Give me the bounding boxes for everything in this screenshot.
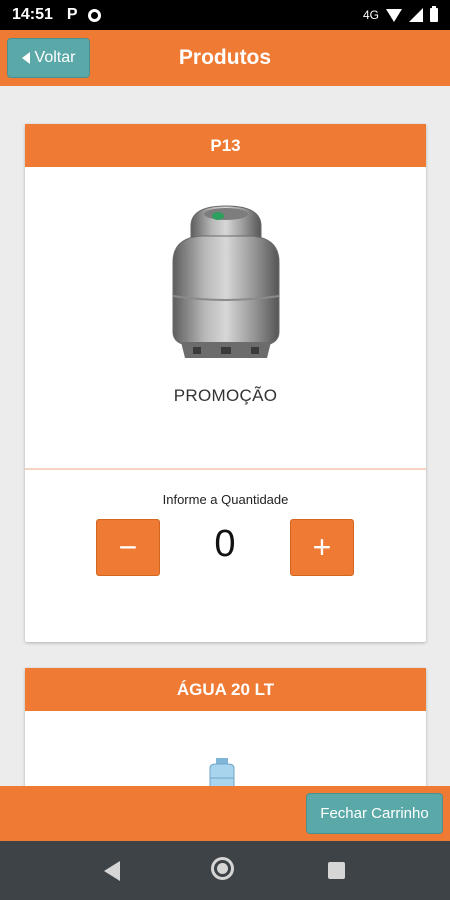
cart-footer: Fechar Carrinho — [0, 786, 450, 841]
back-arrow-icon — [21, 52, 30, 64]
product-list[interactable]: P13 PROMOÇÃO Informe a Quantidade − 0 + … — [0, 86, 450, 786]
gas-cylinder-image — [25, 167, 426, 386]
notification-icon — [87, 8, 101, 22]
quantity-value: 0 — [214, 523, 236, 565]
system-nav-bar — [0, 841, 450, 900]
network-type: 4G — [362, 8, 379, 22]
status-icons: 4G — [362, 6, 438, 22]
product-card: ÁGUA 20 LT — [25, 668, 426, 786]
wifi-icon — [386, 8, 402, 22]
nav-recent-apps-icon[interactable] — [328, 862, 345, 879]
water-jug-icon — [209, 758, 235, 786]
decrease-quantity-button[interactable]: − — [96, 519, 160, 576]
product-name: P13 — [25, 124, 426, 167]
back-button-label: Voltar — [34, 49, 76, 66]
gas-cylinder-icon — [172, 204, 279, 358]
back-button[interactable]: Voltar — [7, 38, 90, 78]
battery-icon — [430, 6, 438, 22]
product-card: P13 PROMOÇÃO Informe a Quantidade − 0 + — [25, 124, 426, 642]
product-subtitle: PROMOÇÃO — [173, 386, 278, 405]
close-cart-button[interactable]: Fechar Carrinho — [306, 793, 443, 834]
top-app-bar: Voltar Produtos — [0, 30, 450, 86]
water-jug-image — [25, 711, 426, 786]
cell-signal-icon — [409, 8, 423, 22]
quantity-stepper: − 0 + — [25, 519, 426, 589]
parking-app-icon: P — [66, 6, 78, 23]
nav-home-icon[interactable] — [211, 857, 234, 880]
product-name: ÁGUA 20 LT — [25, 668, 426, 711]
increase-quantity-button[interactable]: + — [290, 519, 354, 576]
status-bar: 14:51 P 4G — [0, 0, 450, 30]
quantity-label: Informe a Quantidade — [162, 492, 289, 507]
divider — [25, 468, 426, 470]
nav-back-icon[interactable] — [104, 861, 120, 881]
status-time: 14:51 — [12, 6, 53, 23]
